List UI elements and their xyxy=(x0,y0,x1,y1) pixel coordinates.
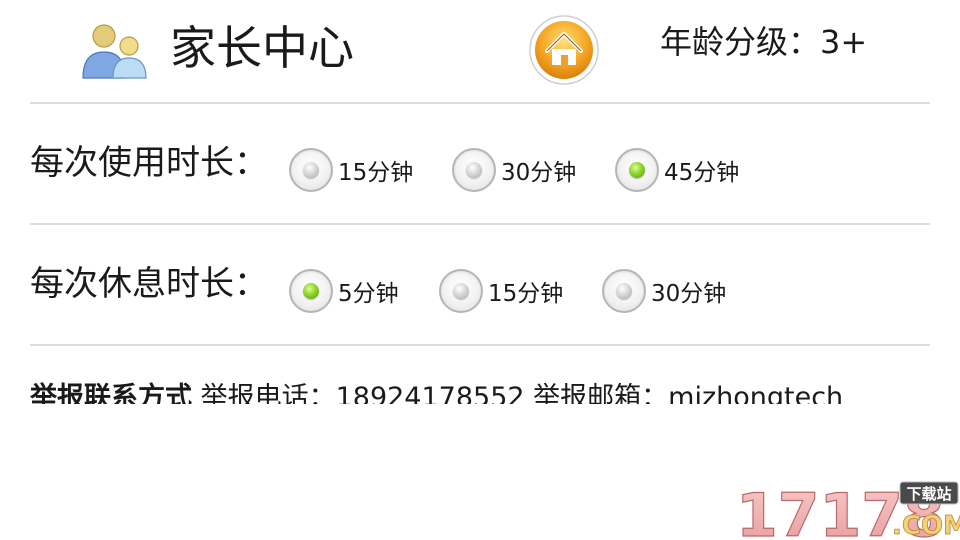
divider xyxy=(30,223,930,225)
radio-button[interactable] xyxy=(452,148,496,192)
usage-duration-setting: 每次使用时长： 15分钟 30分钟 45分钟 xyxy=(30,130,930,210)
age-rating: 年龄分级：3+ xyxy=(660,23,868,61)
divider xyxy=(30,344,930,346)
watermark-tag: 下载站 xyxy=(906,485,951,503)
usage-option-45[interactable]: 45分钟 xyxy=(615,148,739,192)
radio-label: 5分钟 xyxy=(338,281,399,307)
radio-label: 45分钟 xyxy=(664,160,740,186)
home-button[interactable] xyxy=(529,15,599,85)
contact-heading: 举报联系方式 xyxy=(30,382,192,404)
usage-duration-label: 每次使用时长： xyxy=(30,143,268,183)
radio-label: 30分钟 xyxy=(651,281,727,307)
watermark-suffix: .COM xyxy=(892,511,960,540)
rest-option-15[interactable]: 15分钟 xyxy=(439,269,563,313)
radio-label: 30分钟 xyxy=(501,160,577,186)
rest-duration-label: 每次休息时长： xyxy=(30,264,268,304)
contact-info: 举报联系方式 举报电话：18924178552 举报邮箱：mizhongtech xyxy=(30,380,930,404)
radio-button-checked[interactable] xyxy=(289,269,333,313)
rest-option-30[interactable]: 30分钟 xyxy=(602,269,726,313)
usage-option-15[interactable]: 15分钟 xyxy=(289,148,413,192)
rest-option-5[interactable]: 5分钟 xyxy=(289,269,399,313)
radio-button[interactable] xyxy=(439,269,483,313)
contact-details: 举报电话：18924178552 举报邮箱：mizhongtech xyxy=(200,382,844,404)
divider xyxy=(30,102,930,104)
radio-label: 15分钟 xyxy=(338,160,414,186)
home-icon xyxy=(529,15,599,85)
radio-button[interactable] xyxy=(289,148,333,192)
radio-label: 15分钟 xyxy=(488,281,564,307)
parents-icon xyxy=(82,24,147,79)
radio-button[interactable] xyxy=(602,269,646,313)
radio-button-checked[interactable] xyxy=(615,148,659,192)
page-title: 家长中心 xyxy=(170,21,354,75)
rest-duration-setting: 每次休息时长： 5分钟 15分钟 30分钟 xyxy=(30,251,930,331)
watermark-logo: 17178 下载站 .COM xyxy=(734,478,960,540)
header: 家长中心 年龄分级：3+ xyxy=(0,0,960,102)
usage-option-30[interactable]: 30分钟 xyxy=(452,148,576,192)
